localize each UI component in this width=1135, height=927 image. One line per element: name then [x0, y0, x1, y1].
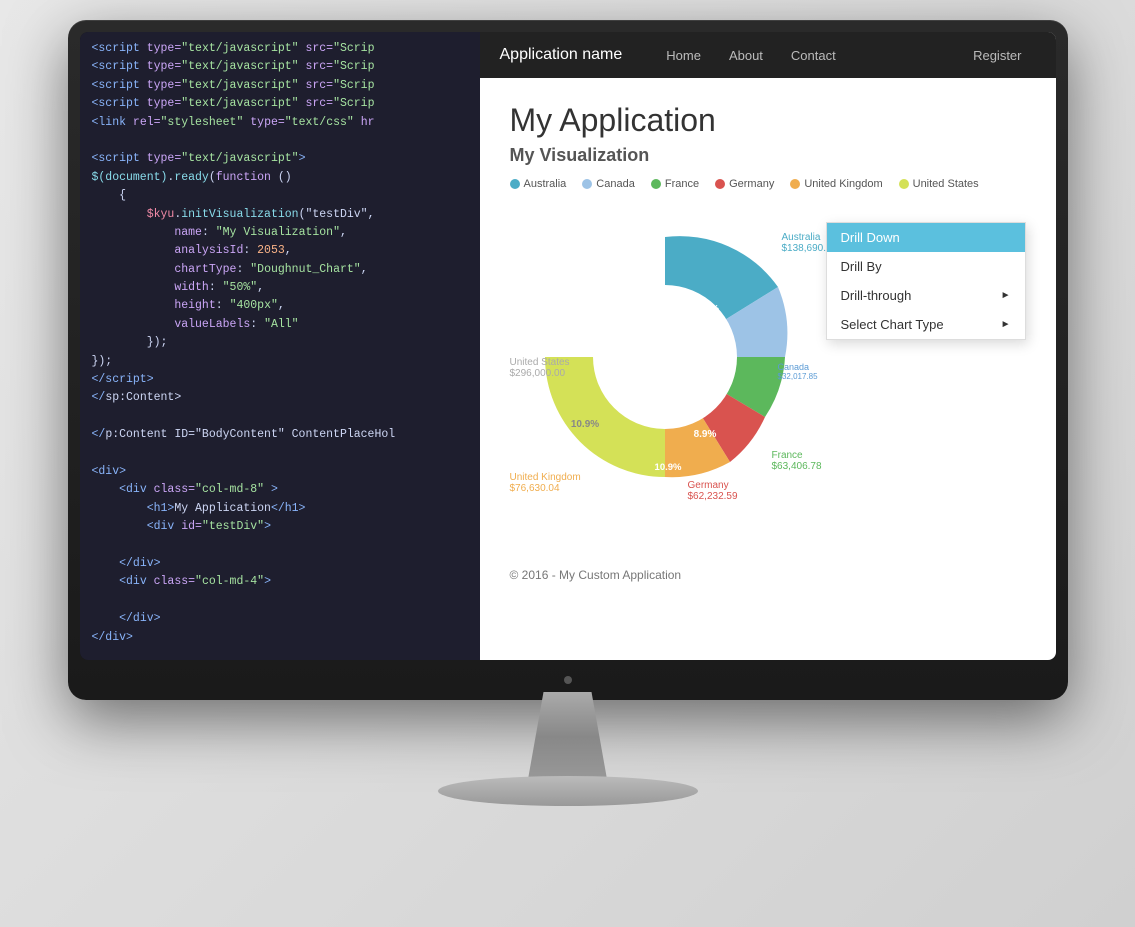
label-germany-name: Germany: [688, 480, 738, 491]
legend-dot-germany: [715, 179, 725, 189]
legend-label-france: France: [665, 178, 699, 190]
label-france-name: France: [772, 450, 822, 461]
legend-dot-uk: [790, 179, 800, 189]
legend-label-australia: Australia: [524, 178, 567, 190]
legend-label-germany: Germany: [729, 178, 774, 190]
label-us: United States $296,000.00: [510, 357, 570, 379]
context-menu: Drill Down Drill By Drill-through ►: [826, 222, 1026, 340]
monitor-stand-base: [438, 776, 698, 806]
legend-item-us: United States: [899, 178, 979, 190]
label-us-value: $296,000.00: [510, 368, 570, 379]
legend-dot-us: [899, 179, 909, 189]
label-germany-value: $62,232.59: [688, 491, 738, 502]
legend-label-canada: Canada: [596, 178, 635, 190]
monitor-bezel: <script type="text/javascript" src="Scri…: [80, 32, 1056, 660]
nav-link-home[interactable]: Home: [652, 32, 715, 78]
scene: <script type="text/javascript" src="Scri…: [0, 0, 1135, 927]
label-canada-value: $32,017.85: [778, 372, 818, 381]
legend-item-canada: Canada: [582, 178, 635, 190]
legend-item-germany: Germany: [715, 178, 774, 190]
pct-australia: 19.8%: [690, 304, 718, 315]
label-uk-name: United Kingdom: [510, 472, 581, 483]
monitor-screen: <script type="text/javascript" src="Scri…: [80, 32, 1056, 660]
label-us-name: United States: [510, 357, 570, 368]
nav-link-about[interactable]: About: [715, 32, 777, 78]
chart-legend: Australia Canada France: [510, 178, 1026, 190]
navbar-brand: Application name: [500, 46, 623, 64]
web-app-panel: Application name Home About Contact Regi…: [480, 32, 1056, 660]
context-menu-drill-down[interactable]: Drill Down: [827, 223, 1025, 252]
page-title: My Application: [510, 102, 1026, 139]
legend-label-us: United States: [913, 178, 979, 190]
code-editor-panel: <script type="text/javascript" src="Scri…: [80, 32, 480, 660]
legend-item-australia: Australia: [510, 178, 567, 190]
monitor-stand-neck: [528, 692, 608, 782]
chart-section-title: My Visualization: [510, 145, 1026, 166]
label-canada: Canada $32,017.85: [778, 362, 818, 381]
context-menu-drill-through[interactable]: Drill-through ►: [827, 281, 1025, 310]
nav-link-register[interactable]: Register: [959, 32, 1035, 78]
context-menu-select-chart[interactable]: Select Chart Type ►: [827, 310, 1025, 339]
navbar: Application name Home About Contact Regi…: [480, 32, 1056, 78]
label-france-value: $63,406.78: [772, 461, 822, 472]
context-menu-drill-by[interactable]: Drill By: [827, 252, 1025, 281]
pct-us: 10.9%: [570, 419, 598, 430]
chevron-right-icon: ►: [1001, 290, 1011, 301]
nav-link-contact[interactable]: Contact: [777, 32, 850, 78]
footer-text: © 2016 - My Custom Application: [510, 552, 1026, 582]
label-uk: United Kingdom $76,630.04: [510, 472, 581, 494]
legend-dot-australia: [510, 179, 520, 189]
legend-dot-france: [651, 179, 661, 189]
monitor: <script type="text/javascript" src="Scri…: [68, 20, 1068, 700]
legend-item-uk: United Kingdom: [790, 178, 882, 190]
chevron-right-icon-2: ►: [1001, 319, 1011, 330]
legend-label-uk: United Kingdom: [804, 178, 882, 190]
legend-dot-canada: [582, 179, 592, 189]
label-france: France $63,406.78: [772, 450, 822, 472]
pct-uk: 10.9%: [654, 462, 681, 473]
pct-germany: 8.9%: [693, 429, 716, 440]
monitor-power-indicator: [564, 676, 572, 684]
label-uk-value: $76,630.04: [510, 483, 581, 494]
label-canada-name: Canada: [778, 362, 818, 372]
chart-area: 19.8% 8.9% 10.9% 10.9% Australia $138,69: [510, 202, 1026, 522]
web-content: My Application My Visualization Australi…: [480, 78, 1056, 660]
legend-item-france: France: [651, 178, 699, 190]
label-germany: Germany $62,232.59: [688, 480, 738, 502]
